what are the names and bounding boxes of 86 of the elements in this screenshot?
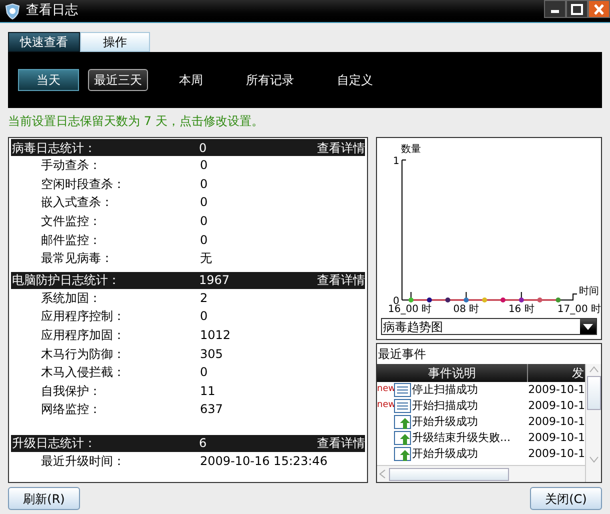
section-count: 1967 bbox=[199, 272, 231, 290]
x-tick-label: 16_00 时 bbox=[388, 304, 432, 315]
section-title: 病毒日志统计： bbox=[11, 140, 97, 156]
event-time: 2009-10-1 bbox=[527, 398, 585, 414]
x-tick-label: 08 时 bbox=[453, 304, 480, 315]
range-button[interactable]: 自定义 bbox=[325, 69, 385, 91]
stat-label: 邮件监控： bbox=[40, 232, 102, 249]
stat-value: 2009-10-16 15:23:46 bbox=[200, 453, 328, 470]
close-button[interactable]: 关闭(C) bbox=[530, 487, 602, 510]
data-point bbox=[426, 298, 432, 302]
event-time: 2009-10-1 bbox=[527, 414, 585, 430]
y-axis-title: 数量 bbox=[401, 144, 421, 155]
section-title: 电脑防护日志统计： bbox=[11, 272, 121, 290]
stat-label: 木马入侵拦截： bbox=[40, 364, 126, 382]
event-description: 停止扫描成功 bbox=[412, 382, 478, 398]
stat-value: 无 bbox=[200, 250, 212, 268]
data-point bbox=[464, 298, 469, 302]
shield-icon bbox=[5, 2, 20, 20]
retention-notice[interactable]: 当前设置日志保留天数为 7 天，点击修改设置。 bbox=[0, 108, 610, 134]
vertical-scrollbar[interactable] bbox=[585, 364, 601, 482]
list-icon bbox=[394, 399, 411, 413]
chart-type-dropdown[interactable]: 病毒趋势图 bbox=[381, 318, 597, 335]
stat-label: 最近升级时间： bbox=[40, 453, 126, 470]
details-link[interactable]: 查看详情 bbox=[317, 434, 365, 452]
section-count: 6 bbox=[199, 435, 208, 452]
stat-value: 0 bbox=[200, 308, 208, 326]
event-time: 2009-10-1 bbox=[527, 446, 585, 462]
event-description: 升级结束升级失败... bbox=[412, 430, 510, 446]
event-description: 开始升级成功 bbox=[412, 446, 478, 462]
details-link[interactable]: 查看详情 bbox=[317, 271, 365, 290]
window-title: 查看日志 bbox=[26, 2, 78, 20]
event-time: 2009-10-1 bbox=[527, 430, 585, 446]
data-point bbox=[408, 298, 414, 302]
range-button[interactable]: 本周 bbox=[167, 69, 215, 91]
event-time: 2009-10-1 bbox=[527, 382, 585, 398]
list-icon bbox=[394, 383, 411, 397]
stat-label: 空闲时段查杀： bbox=[40, 176, 126, 193]
dropdown-value: 病毒趋势图 bbox=[382, 318, 444, 336]
stat-value: 0 bbox=[200, 176, 208, 193]
data-point bbox=[537, 298, 542, 302]
tab[interactable]: 快速查看 bbox=[8, 32, 80, 52]
tab[interactable]: 操作 bbox=[80, 32, 150, 52]
data-point bbox=[445, 298, 450, 302]
stat-value: 0 bbox=[200, 213, 208, 230]
details-link[interactable]: 查看详情 bbox=[317, 138, 365, 156]
stat-label: 网络监控： bbox=[40, 401, 102, 418]
x-axis-title: 时间 bbox=[579, 286, 599, 297]
events-title: 最近事件 bbox=[377, 346, 427, 363]
data-point bbox=[482, 298, 488, 302]
scrollbar-thumb[interactable] bbox=[389, 468, 509, 480]
stat-label: 手动查杀： bbox=[40, 157, 102, 174]
stat-label: 文件监控： bbox=[40, 213, 102, 230]
stat-value: 0 bbox=[200, 364, 208, 382]
stat-value: 11 bbox=[200, 382, 216, 400]
stat-label: 应用程序加固： bbox=[40, 327, 126, 344]
stat-label: 嵌入式查杀： bbox=[40, 194, 114, 212]
x-tick-label: 17_00 时 bbox=[557, 304, 601, 315]
stat-label: 应用程序控制： bbox=[40, 308, 126, 326]
section-title: 升级日志统计： bbox=[11, 435, 97, 452]
stat-value: 1012 bbox=[200, 327, 231, 344]
stat-value: 305 bbox=[200, 346, 223, 363]
stat-value: 0 bbox=[200, 157, 208, 174]
horizontal-scrollbar[interactable] bbox=[377, 465, 585, 482]
data-point bbox=[518, 298, 524, 302]
scrollbar-thumb[interactable] bbox=[586, 376, 600, 410]
refresh-button[interactable]: 刷新(R) bbox=[8, 487, 80, 510]
range-button[interactable]: 最近三天 bbox=[88, 69, 148, 91]
section-count: 0 bbox=[199, 140, 208, 156]
data-point bbox=[556, 298, 561, 302]
stat-value: 637 bbox=[200, 401, 223, 418]
range-button[interactable]: 当天 bbox=[18, 69, 79, 91]
y-tick-label: 1 bbox=[393, 156, 400, 167]
stat-label: 木马行为防御： bbox=[40, 346, 126, 363]
stat-value: 2 bbox=[200, 290, 208, 307]
x-tick-label: 16 时 bbox=[508, 304, 534, 315]
range-button[interactable]: 所有记录 bbox=[234, 69, 306, 91]
stat-value: 0 bbox=[200, 232, 208, 249]
stat-label: 自我保护： bbox=[40, 382, 102, 400]
stat-value: 0 bbox=[200, 194, 208, 212]
stat-label: 最常见病毒： bbox=[40, 250, 114, 268]
stat-label: 系统加固： bbox=[40, 290, 102, 307]
event-description: 开始扫描成功 bbox=[412, 398, 478, 414]
column-header[interactable]: 发 bbox=[528, 364, 585, 382]
column-header[interactable]: 事件说明 bbox=[377, 364, 528, 382]
event-description: 开始升级成功 bbox=[412, 414, 478, 430]
data-point bbox=[500, 298, 506, 302]
